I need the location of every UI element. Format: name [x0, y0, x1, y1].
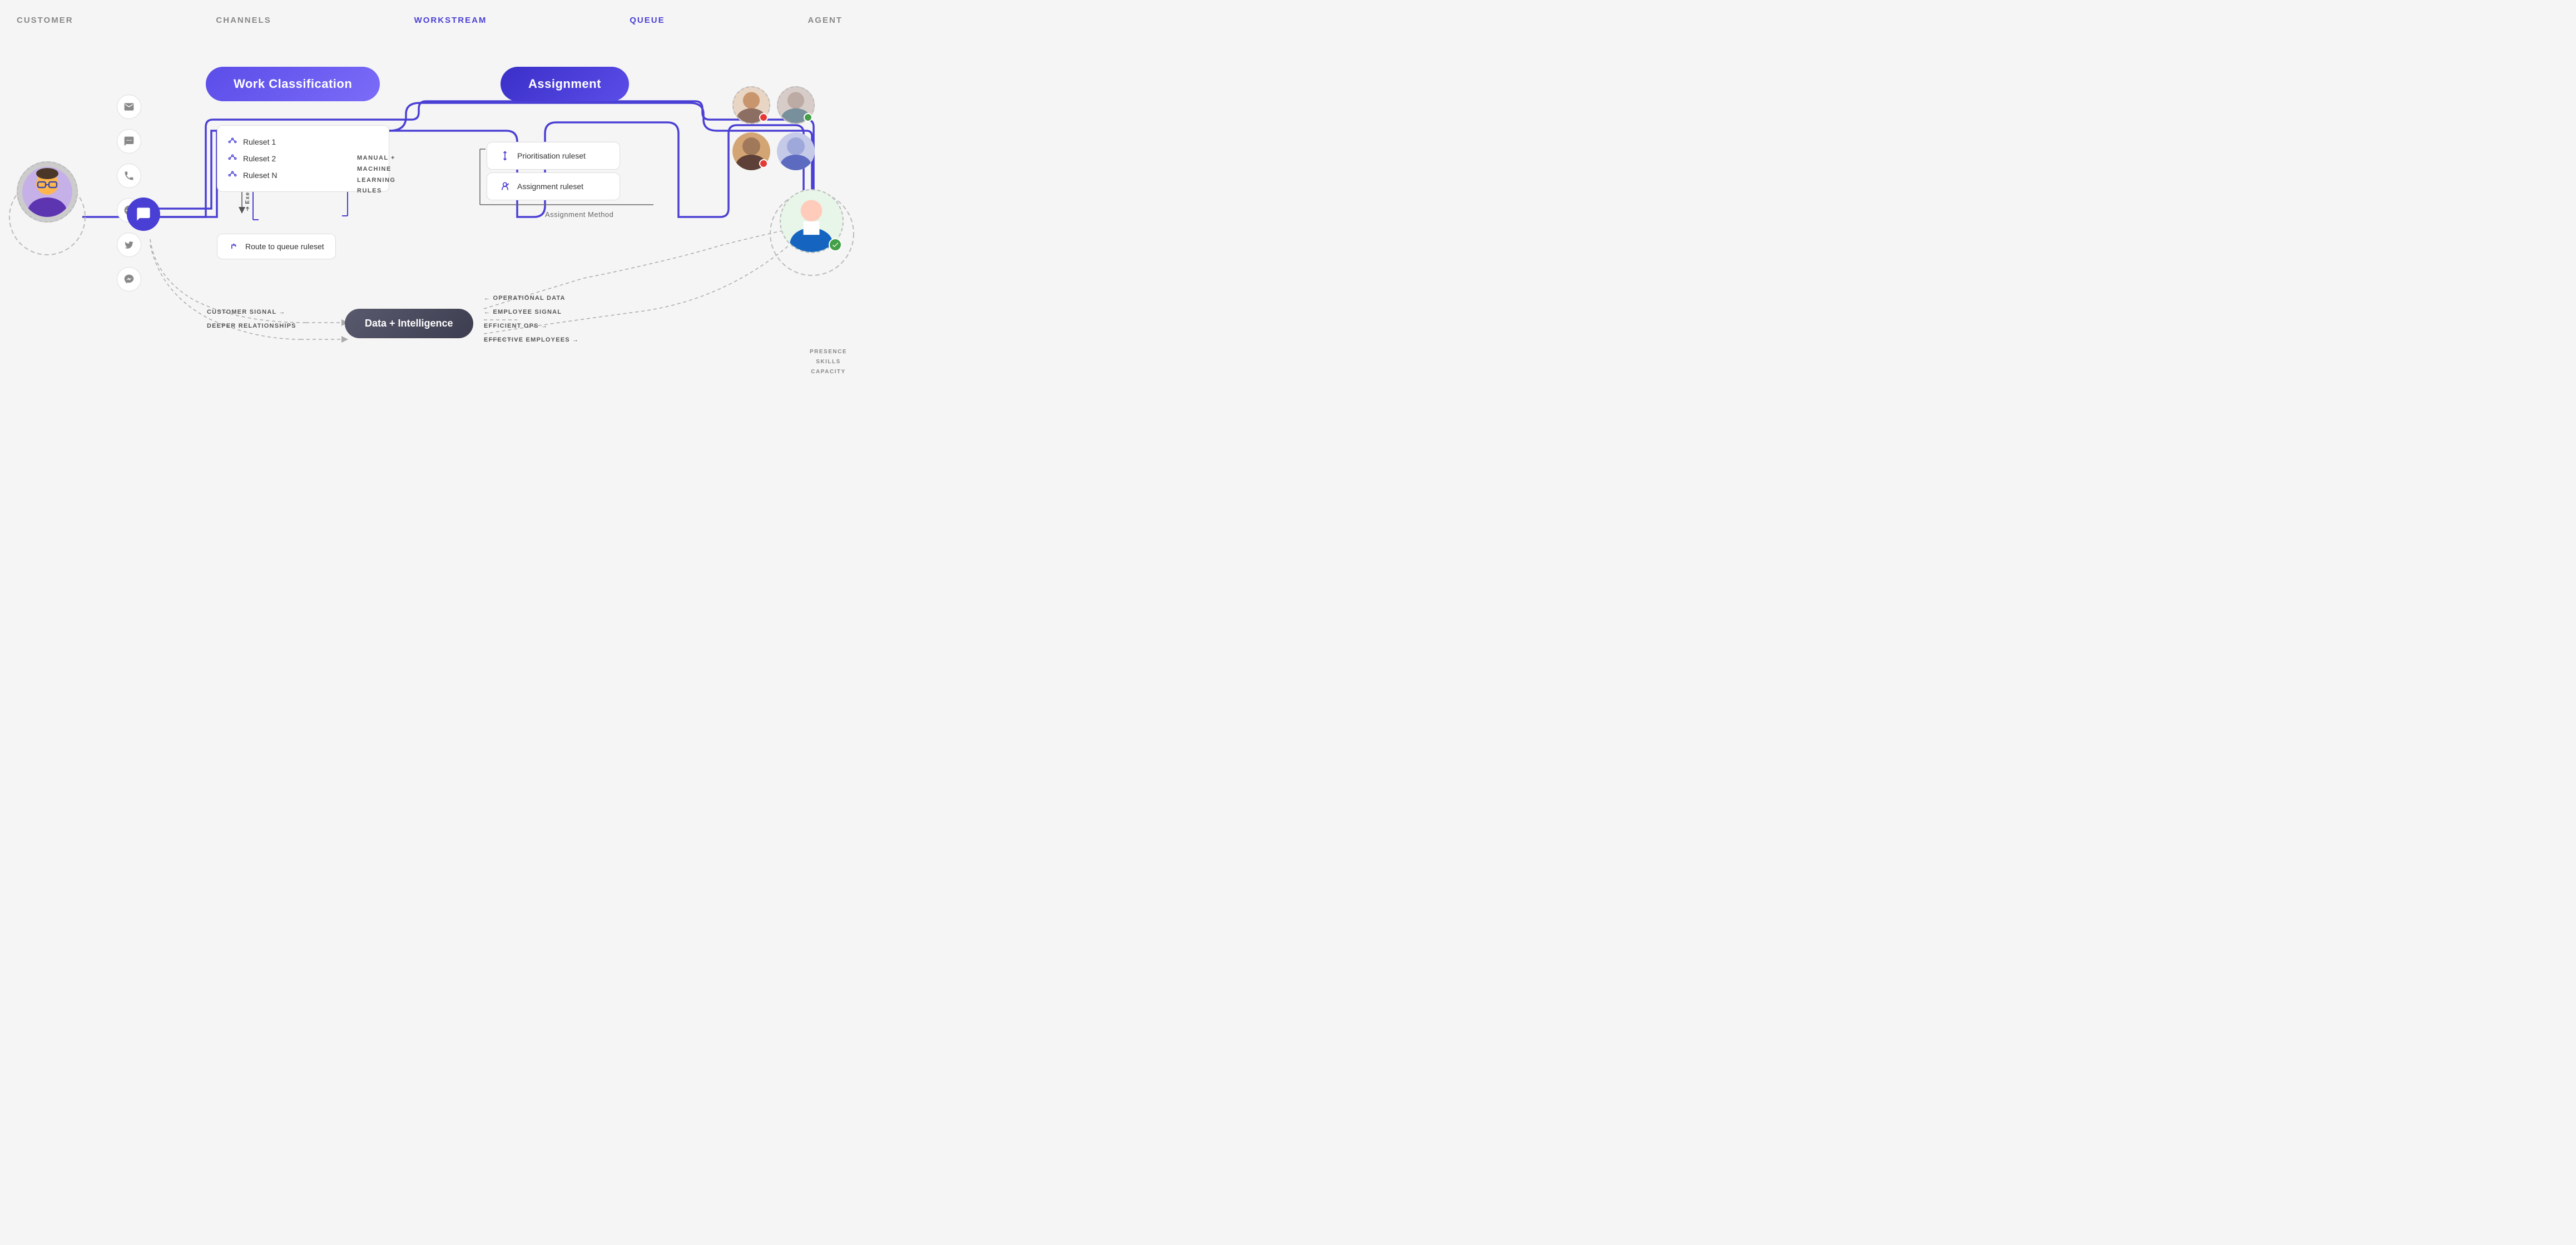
chat-bubble-icon — [127, 197, 160, 231]
ruleset-1-icon — [227, 137, 237, 147]
channels-header: CHANNELS — [216, 16, 271, 25]
operational-data-label: ← OPERATIONAL DATA — [484, 295, 566, 302]
agent-online-status — [829, 238, 842, 251]
customer-avatar — [17, 161, 78, 223]
route-to-queue-box: Route to queue ruleset — [217, 234, 336, 259]
main-agent-avatar — [780, 189, 844, 253]
route-icon — [229, 241, 240, 252]
assignment-pill[interactable]: Assignment — [501, 67, 629, 101]
presence-label: PRESENCE — [810, 347, 847, 357]
agent-avatar-4 — [777, 132, 815, 170]
ruleset-2-row: Ruleset 2 — [227, 150, 379, 167]
assignment-ruleset-box: Assignment ruleset — [487, 172, 620, 200]
workstream-header: WORKSTREAM — [414, 16, 487, 25]
agent-status-red-3 — [759, 159, 768, 168]
skills-label: SKILLS — [810, 357, 847, 367]
agent-avatar-1 — [732, 86, 770, 124]
header-labels: CUSTOMER CHANNELS WORKSTREAM QUEUE AGENT — [0, 16, 859, 25]
agent-avatar-2 — [777, 86, 815, 124]
agent-avatar-3 — [732, 132, 770, 170]
agent-labels: PRESENCE SKILLS CAPACITY — [810, 347, 847, 377]
effective-employees-label: EFFECTIVE EMPLOYEES → — [484, 337, 579, 343]
employee-signal-label: ← EMPLOYEE SIGNAL — [484, 309, 562, 315]
agent-top-row — [732, 86, 815, 124]
twitter-channel-icon — [117, 233, 141, 257]
channels-container — [117, 95, 141, 292]
queue-header: QUEUE — [630, 16, 665, 25]
customer-signal-label: CUSTOMER SIGNAL → — [207, 309, 286, 315]
ruleset-1-row: Ruleset 1 — [227, 134, 379, 150]
phone-channel-icon — [117, 164, 141, 188]
agent-status-red-1 — [759, 113, 768, 122]
agent-status-green-2 — [804, 113, 813, 122]
prioritisation-ruleset-box: Prioritisation ruleset — [487, 142, 620, 170]
customer-header: CUSTOMER — [17, 16, 73, 25]
assignment-method-label: Assignment Method — [545, 210, 613, 219]
ruleset-n-icon — [227, 170, 237, 180]
ruleset-2-icon — [227, 154, 237, 164]
agent-header: AGENT — [808, 16, 843, 25]
efficient-ops-label: EFFICIENT OPS → — [484, 323, 548, 329]
sms-channel-icon — [117, 129, 141, 154]
diagram-container: CUSTOMER CHANNELS WORKSTREAM QUEUE AGENT… — [0, 0, 859, 415]
email-channel-icon — [117, 95, 141, 119]
ml-rules-label: MANUAL +MACHINELEARNINGRULES — [357, 153, 395, 197]
agent-second-row — [732, 132, 815, 170]
ruleset-n-row: Ruleset N — [227, 167, 379, 184]
work-classification-pill[interactable]: Work Classification — [206, 67, 380, 101]
messenger-channel-icon — [117, 267, 141, 292]
capacity-label: CAPACITY — [810, 367, 847, 377]
assignment-ruleset-icon — [499, 181, 511, 192]
prioritisation-icon — [499, 150, 511, 161]
data-intelligence-pill: Data + Intelligence — [345, 309, 473, 338]
deeper-relationships-label: DEEPER RELATIONSHIPS — [207, 323, 296, 329]
